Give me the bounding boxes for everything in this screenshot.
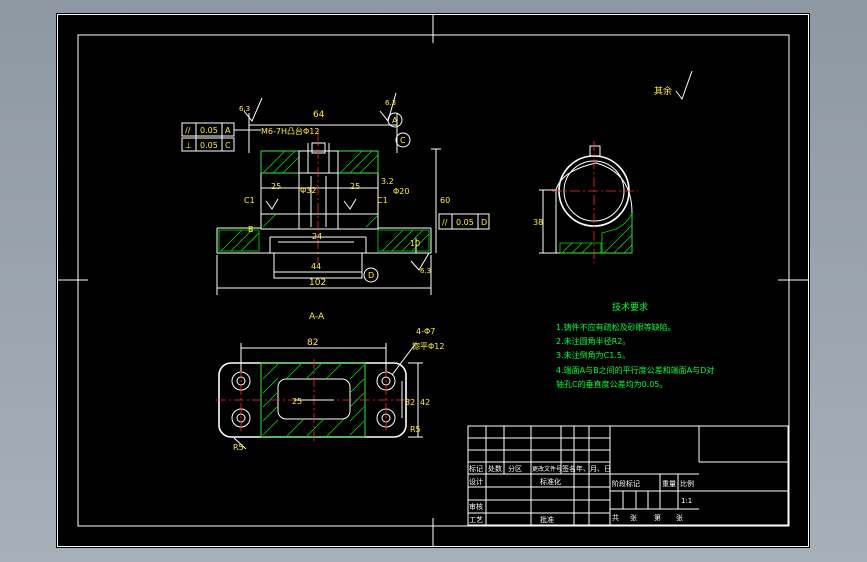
thread-callout: M6-7H凸台Φ12 <box>261 126 319 136</box>
roughness-6-3-right: 6.3 <box>385 99 396 107</box>
tb-sign: 签名 <box>562 464 576 473</box>
tb-page: 第 <box>654 513 661 522</box>
tb-count: 处数 <box>488 464 502 473</box>
tb-zone: 分区 <box>508 464 522 473</box>
datum-b-label: B <box>248 225 254 234</box>
tb-process: 工艺 <box>469 516 483 524</box>
front-view <box>181 92 490 295</box>
drawing-sheet[interactable]: 64 102 44 24 10 60 25 25 Φ32 Φ20 3.2 C1 … <box>56 13 810 548</box>
dim-82: 82 <box>307 338 318 348</box>
tb-scale-label: 比例 <box>680 479 694 488</box>
dim-32-top: 32 <box>405 398 415 407</box>
tech-title: 技术要求 <box>612 301 648 313</box>
tb-standard: 标准化 <box>540 477 561 486</box>
datum-c-label: C <box>400 136 406 145</box>
tech-item-5: 轴孔C的垂直度公差均为0.05。 <box>556 379 667 389</box>
fcf1-value: 0.05 <box>200 126 218 135</box>
tb-change-doc: 更改文件号 <box>532 465 562 473</box>
tb-approve: 批准 <box>540 515 554 524</box>
dim-phi32: Φ32 <box>300 186 316 195</box>
title-block <box>467 425 789 526</box>
dim-24: 24 <box>312 232 322 241</box>
chamfer-c1-left: C1 <box>244 196 255 205</box>
tech-item-4: 4.端面A与B之间的平行度公差和端面A与D对 <box>556 365 714 375</box>
fcf3-datum: D <box>481 218 487 227</box>
hole-callout: 4-Φ7 <box>416 327 435 336</box>
dim-44: 44 <box>311 262 321 271</box>
roughness-6-3-bottom: 6.3 <box>420 267 431 275</box>
fcf3-symbol: // <box>442 218 448 227</box>
outer-frame <box>57 14 809 547</box>
tb-weight: 重量 <box>662 480 676 488</box>
tech-item-1: 1.铸件不应有疏松及砂眼等缺陷。 <box>556 322 676 332</box>
roughness-6-3-left: 6.3 <box>239 105 250 113</box>
dim-10: 10 <box>410 239 420 248</box>
datum-a-label: A <box>392 116 398 125</box>
cad-viewport[interactable]: 64 102 44 24 10 60 25 25 Φ32 Φ20 3.2 C1 … <box>0 0 867 562</box>
dim-phi20: Φ20 <box>393 187 409 196</box>
fcf1-datum: A <box>225 126 231 135</box>
dim-38: 38 <box>533 218 543 227</box>
inner-frame <box>77 34 790 527</box>
chamfer-c1-right: C1 <box>377 196 388 205</box>
fcf2-value: 0.05 <box>200 141 218 150</box>
spotface-callout: 锪平Φ12 <box>412 341 444 351</box>
dim-r5-right: R5 <box>410 425 421 434</box>
top-view <box>216 342 423 450</box>
dim-60: 60 <box>440 196 450 205</box>
tech-item-2: 2.未注圆角半径R2。 <box>556 336 630 346</box>
dim-25-left: 25 <box>271 182 281 191</box>
tb-check: 审核 <box>469 502 483 511</box>
finish-note: 其余 <box>654 85 672 97</box>
drawing-canvas: 64 102 44 24 10 60 25 25 Φ32 Φ20 3.2 C1 … <box>57 14 809 547</box>
dim-r5-left: R5 <box>233 443 244 452</box>
fcf2-symbol: ⊥ <box>185 141 192 150</box>
tb-scale: 1:1 <box>681 497 692 505</box>
center-marks <box>57 14 809 547</box>
dim-25-slot: 25 <box>292 397 302 406</box>
tech-item-3: 3.未注倒角为C1.5。 <box>556 350 630 360</box>
tb-mark: 标记 <box>469 464 483 473</box>
side-view <box>539 70 693 263</box>
fcf2-datum: C <box>225 141 231 150</box>
tb-date: 年、月、日 <box>576 464 611 473</box>
tb-sheets: 张 <box>630 513 637 522</box>
fcf3-value: 0.05 <box>456 218 474 227</box>
datum-d-label: D <box>368 271 374 280</box>
tb-stage: 阶段标记 <box>612 479 640 488</box>
fcf1-symbol: // <box>185 126 191 135</box>
dim-64: 64 <box>313 110 325 120</box>
tb-page-sheet: 张 <box>676 513 683 522</box>
dim-3-2: 3.2 <box>381 177 394 186</box>
section-title: A-A <box>309 312 325 322</box>
dim-42: 42 <box>420 398 430 407</box>
dim-25-right: 25 <box>350 182 360 191</box>
dim-102: 102 <box>309 278 326 288</box>
tb-total: 共 <box>612 513 619 522</box>
tb-design: 设计 <box>469 477 483 486</box>
